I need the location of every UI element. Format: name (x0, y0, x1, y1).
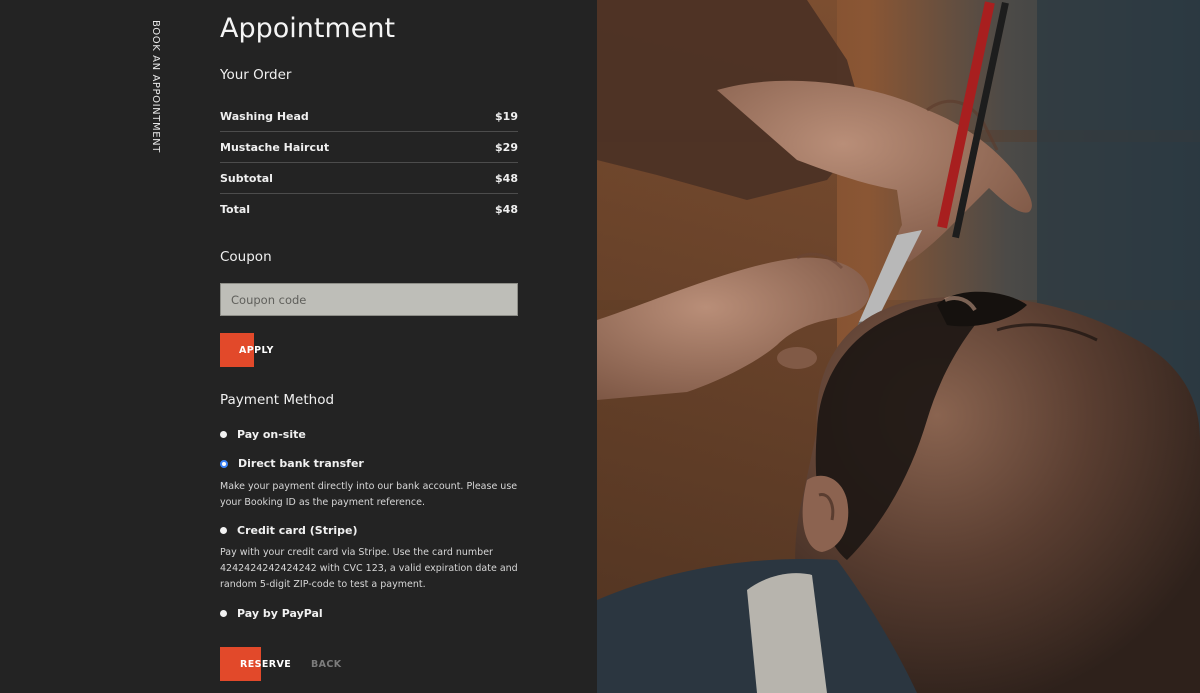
reserve-button-label: RESERVE (240, 658, 292, 670)
payment-option-label: Pay by PayPal (237, 607, 323, 620)
order-row: Washing Head $19 (220, 101, 518, 132)
total-value: $48 (495, 203, 518, 216)
subtotal-label: Subtotal (220, 171, 273, 185)
booking-panel: Book an Appointment Appointment Your Ord… (0, 0, 597, 693)
coupon-code-input[interactable] (220, 283, 518, 316)
reserve-button[interactable]: RESERVE (220, 647, 291, 681)
total-label: Total (220, 203, 251, 216)
order-summary: Washing Head $19 Mustache Haircut $29 Su… (220, 101, 518, 225)
payment-option-label: Credit card (Stripe) (237, 524, 358, 537)
bank-transfer-description: Make your payment directly into our bank… (220, 481, 518, 508)
payment-option-label: Direct bank transfer (238, 457, 364, 470)
stripe-description: Pay with your credit card via Stripe. Us… (220, 547, 518, 590)
subtotal-row: Subtotal $48 (220, 163, 518, 194)
radio-button[interactable] (220, 431, 227, 438)
payment-option-onsite[interactable]: Pay on-site (220, 428, 306, 441)
radio-button-selected[interactable] (220, 459, 228, 468)
order-row: Mustache Haircut $29 (220, 132, 518, 163)
payment-option-label: Pay on-site (237, 428, 306, 441)
payment-option-bank-transfer[interactable]: Direct bank transfer (220, 457, 364, 470)
subtotal-value: $48 (495, 171, 518, 185)
order-item-price: $19 (495, 109, 518, 123)
radio-button[interactable] (220, 527, 227, 534)
payment-option-stripe[interactable]: Credit card (Stripe) (220, 524, 358, 537)
coupon-heading: Coupon (220, 249, 272, 265)
book-appointment-vertical-label[interactable]: Book an Appointment (149, 20, 162, 153)
apply-coupon-button[interactable]: APPLY (220, 333, 274, 367)
order-item-label: Washing Head (220, 109, 309, 123)
order-item-price: $29 (495, 140, 518, 154)
order-heading: Your Order (220, 67, 292, 83)
barber-photo-illustration (597, 0, 1200, 693)
barber-shaving-photo (597, 0, 1200, 693)
radio-button[interactable] (220, 610, 227, 617)
order-item-label: Mustache Haircut (220, 140, 330, 154)
total-row: Total $48 (220, 194, 518, 225)
payment-heading: Payment Method (220, 392, 335, 408)
apply-button-label: APPLY (239, 344, 274, 356)
back-link[interactable]: BACK (311, 659, 342, 670)
payment-option-paypal[interactable]: Pay by PayPal (220, 607, 323, 620)
page-title: Appointment (220, 13, 396, 44)
